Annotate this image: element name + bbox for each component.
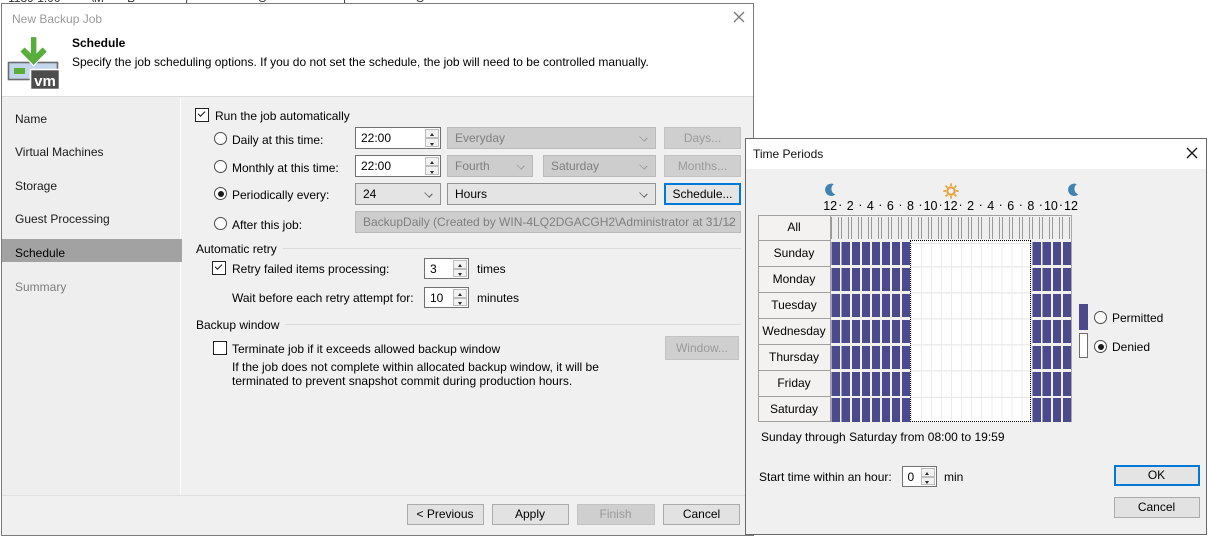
svg-text:vm: vm [34, 73, 56, 90]
